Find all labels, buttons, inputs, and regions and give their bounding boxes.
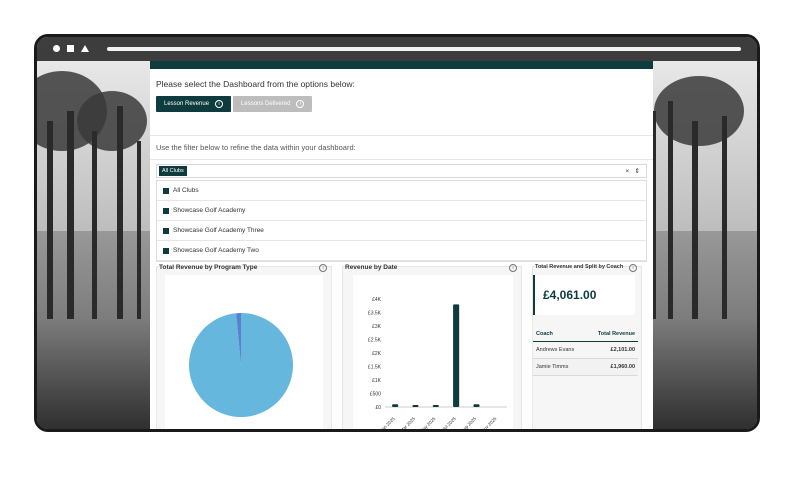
card-title: Total Revenue and Split by Coach	[535, 264, 624, 270]
forest-background-right	[644, 61, 757, 429]
y-tick-label: £1K	[372, 378, 382, 384]
column-header: Coach	[533, 327, 587, 342]
y-tick-label: £3K	[372, 324, 382, 330]
tab-lessons-delivered[interactable]: Lessons Delivered i	[233, 96, 313, 112]
coach-table: Coach Total Revenue Andrews Evans £2,101…	[533, 327, 638, 376]
checkbox-icon[interactable]	[163, 247, 169, 254]
checkbox-icon[interactable]	[163, 207, 169, 214]
dropdown-option[interactable]: All Clubs	[157, 181, 646, 201]
x-tick-label: May 2025	[419, 416, 437, 429]
total-revenue-value: £4,061.00	[533, 275, 635, 315]
dropdown-option[interactable]: Showcase Golf Academy Two	[157, 241, 646, 261]
bar	[453, 304, 460, 407]
coach-revenue: £1,960.00	[586, 358, 638, 376]
info-icon[interactable]: i	[319, 264, 327, 272]
coach-split-card: Total Revenue and Split by Coach i £4,06…	[532, 264, 642, 429]
y-tick-label: £2.5K	[368, 338, 382, 344]
option-label: Showcase Golf Academy Three	[173, 227, 264, 234]
y-tick-label: £2K	[372, 351, 382, 357]
selected-club-chip[interactable]: All Clubs	[159, 166, 187, 176]
browser-toolbar	[37, 37, 757, 61]
clear-icon[interactable]: ×	[625, 168, 629, 175]
x-tick-label: Jan 2025	[379, 416, 396, 429]
checkbox-icon[interactable]	[163, 227, 169, 234]
checkbox-icon[interactable]	[163, 187, 169, 194]
filter-instruction: Use the filter below to refine the data …	[156, 143, 356, 152]
x-tick-label: Nov 2025	[480, 416, 498, 429]
bar	[392, 404, 399, 407]
x-tick-label: Jul 2025	[441, 416, 457, 429]
x-tick-label: Sep 2025	[460, 416, 478, 429]
bar	[473, 404, 480, 407]
bar	[412, 405, 419, 407]
card-title: Revenue by Date	[345, 264, 398, 271]
option-label: Showcase Golf Academy	[173, 207, 246, 214]
tab-lesson-revenue[interactable]: Lesson Revenue i	[156, 96, 232, 112]
bar	[432, 405, 439, 407]
forest-background-left	[37, 61, 150, 429]
program-type-card: Total Revenue by Program Type i	[156, 264, 332, 429]
address-bar[interactable]	[107, 47, 741, 51]
tab-label: Lessons Delivered	[241, 101, 291, 107]
y-tick-label: £0	[375, 405, 381, 411]
dropdown-option[interactable]: Showcase Golf Academy Three	[157, 221, 646, 241]
info-icon[interactable]: i	[629, 264, 637, 272]
divider	[150, 159, 653, 160]
coach-name: Andrews Evans	[533, 341, 587, 359]
club-dropdown: All Clubs Showcase Golf Academy Showcase…	[156, 180, 647, 262]
browser-frame: Please select the Dashboard from the opt…	[34, 34, 760, 432]
option-label: All Clubs	[173, 187, 199, 194]
club-filter-select[interactable]: All Clubs × ⇕	[156, 164, 647, 178]
dashboard-tabs: Lesson Revenue i Lessons Delivered i	[156, 96, 313, 112]
info-icon[interactable]: i	[215, 100, 224, 108]
column-header: Total Revenue	[586, 327, 638, 342]
chevron-updown-icon[interactable]: ⇕	[635, 168, 640, 175]
table-row: Jamie Timms £1,960.00	[533, 358, 638, 376]
pie-chart	[189, 313, 293, 417]
tab-label: Lesson Revenue	[164, 101, 210, 107]
bar-chart: £0 £500 £1K £1.5K £2K £2.5K £3K £3.5K £4K Jan 202…	[368, 297, 507, 429]
y-tick-label: £1.5K	[368, 365, 382, 371]
circle-icon	[53, 45, 60, 52]
y-tick-label: £3.5K	[368, 311, 382, 317]
dashboard-panel: Please select the Dashboard from the opt…	[150, 61, 653, 429]
revenue-by-date-card: Revenue by Date i £0 £500 £1K £1.5K £2K £2.5K…	[342, 264, 522, 429]
y-tick-label: £4K	[372, 297, 382, 303]
pie-area	[165, 275, 323, 429]
info-icon[interactable]: i	[296, 100, 305, 108]
table-row: Andrews Evans £2,101.00	[533, 341, 638, 359]
x-tick-label: Mar 2025	[399, 416, 416, 429]
dropdown-option[interactable]: Showcase Golf Academy	[157, 201, 646, 221]
dashboard-prompt: Please select the Dashboard from the opt…	[156, 79, 355, 89]
square-icon	[67, 45, 74, 52]
coach-name: Jamie Timms	[533, 358, 587, 376]
info-icon[interactable]: i	[509, 264, 517, 272]
y-tick-label: £500	[370, 392, 381, 398]
header-band	[150, 61, 653, 69]
coach-revenue: £2,101.00	[586, 341, 638, 359]
divider	[150, 135, 653, 136]
card-title: Total Revenue by Program Type	[159, 264, 258, 271]
triangle-icon	[81, 45, 89, 52]
bar-area: £0 £500 £1K £1.5K £2K £2.5K £3K £3.5K £4K Jan 202…	[353, 275, 513, 429]
option-label: Showcase Golf Academy Two	[173, 247, 259, 254]
